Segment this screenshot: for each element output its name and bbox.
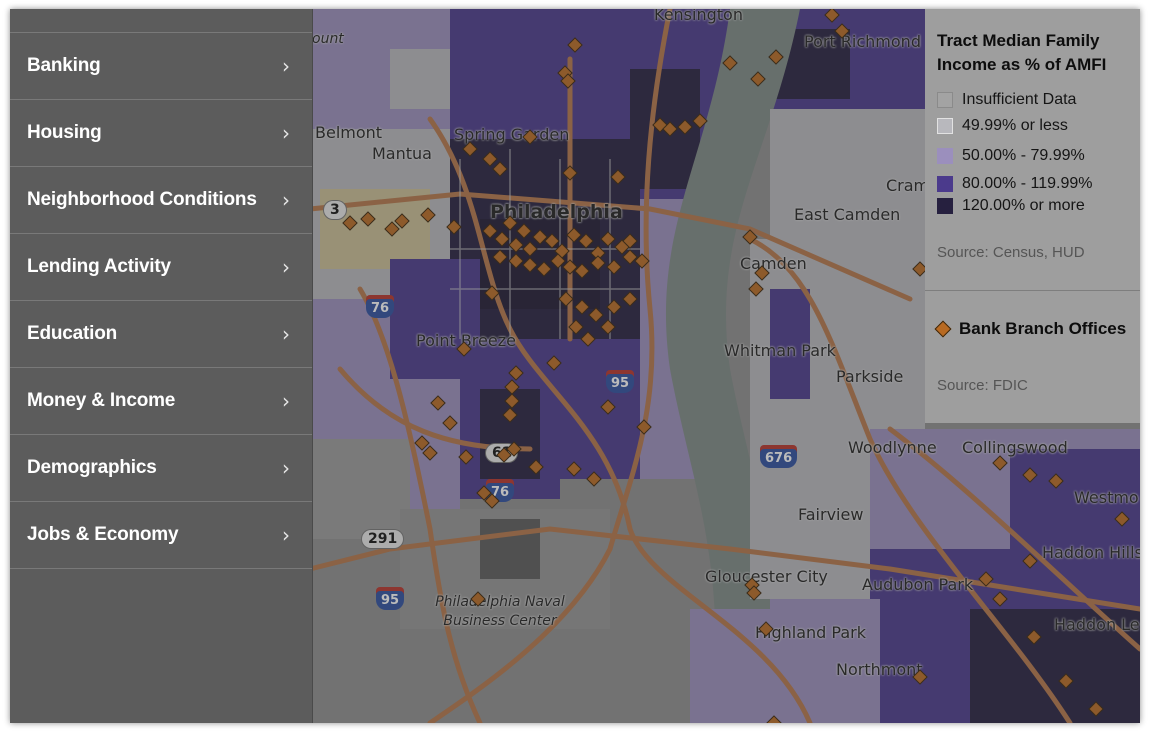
- legend-swatch: [937, 92, 953, 108]
- menu-item-label: Jobs & Economy: [27, 524, 179, 545]
- menu-item-label: Money & Income: [27, 390, 176, 411]
- menu-item-label: Lending Activity: [27, 256, 171, 277]
- legend-item-bank-branch: Bank Branch Offices: [934, 319, 1127, 339]
- menu-item-label: Neighborhood Conditions: [27, 189, 257, 210]
- chevron-right-icon: ›: [282, 456, 290, 480]
- menu-item-label: Banking: [27, 55, 101, 76]
- legend-branch-label: Bank Branch Offices: [959, 319, 1127, 338]
- legend-swatch: [937, 118, 953, 134]
- menu-item-label: Demographics: [27, 457, 157, 478]
- menu-item-money-income[interactable]: Money & Income ›: [10, 368, 312, 435]
- app-frame: Philadelphia Camden East Camden Belmont …: [10, 9, 1140, 723]
- menu-item-education[interactable]: Education ›: [10, 301, 312, 368]
- chevron-right-icon: ›: [282, 54, 290, 78]
- legend-item-50-79: 50.00% - 79.99%: [937, 147, 1085, 165]
- legend-title: Tract Median Family Income as % of AMFI: [937, 31, 1107, 74]
- legend-item-label: Insufficient Data: [962, 91, 1077, 108]
- legend-item-label: 120.00% or more: [962, 197, 1085, 214]
- menu-item-banking[interactable]: Banking ›: [10, 33, 312, 100]
- chevron-right-icon: ›: [282, 322, 290, 346]
- menu-item-demographics[interactable]: Demographics ›: [10, 435, 312, 502]
- category-sidebar: Banking › Housing › Neighborhood Conditi…: [10, 9, 313, 723]
- legend-item-label: 49.99% or less: [962, 117, 1068, 134]
- legend-swatch: [937, 198, 953, 214]
- menu-item-jobs-economy[interactable]: Jobs & Economy ›: [10, 502, 312, 569]
- legend-item-insufficient-data: Insufficient Data: [937, 91, 1076, 109]
- menu-top-cutoff: [10, 9, 312, 33]
- chevron-right-icon: ›: [282, 188, 290, 212]
- legend-item-49-or-less: 49.99% or less: [937, 117, 1068, 135]
- map-legend: Tract Median Family Income as % of AMFI …: [925, 9, 1140, 423]
- legend-item-80-119: 80.00% - 119.99%: [937, 175, 1092, 193]
- menu-item-label: Education: [27, 323, 118, 344]
- legend-divider: [925, 290, 1140, 291]
- menu-item-housing[interactable]: Housing ›: [10, 100, 312, 167]
- legend-item-label: 50.00% - 79.99%: [962, 147, 1085, 164]
- legend-source-branch: Source: FDIC: [937, 377, 1028, 394]
- legend-swatch: [937, 176, 953, 192]
- menu-item-label: Housing: [27, 122, 102, 143]
- legend-swatch: [937, 148, 953, 164]
- menu-item-neighborhood-conditions[interactable]: Neighborhood Conditions ›: [10, 167, 312, 234]
- bank-branch-diamond-icon: [934, 320, 952, 338]
- menu-item-lending-activity[interactable]: Lending Activity ›: [10, 234, 312, 301]
- chevron-right-icon: ›: [282, 523, 290, 547]
- legend-item-120-or-more: 120.00% or more: [937, 197, 1085, 215]
- chevron-right-icon: ›: [282, 121, 290, 145]
- legend-item-label: 80.00% - 119.99%: [962, 175, 1093, 192]
- legend-source-income: Source: Census, HUD: [937, 244, 1085, 261]
- chevron-right-icon: ›: [282, 389, 290, 413]
- chevron-right-icon: ›: [282, 255, 290, 279]
